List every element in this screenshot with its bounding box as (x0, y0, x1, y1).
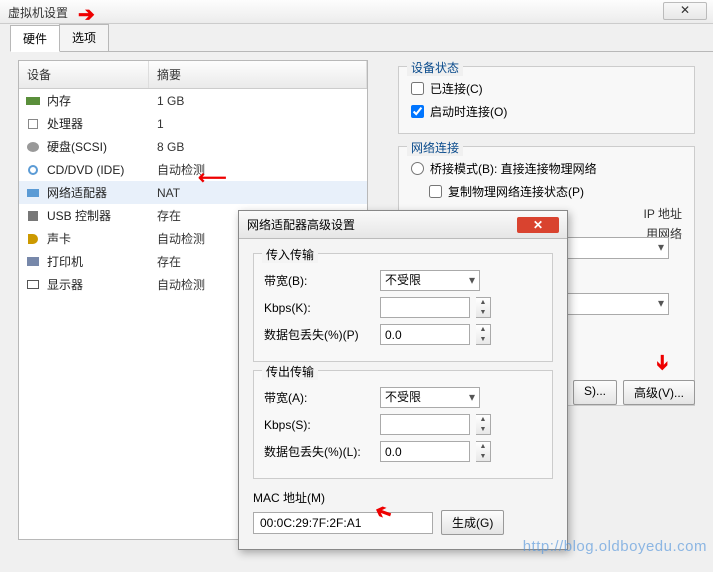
select-in-bw[interactable]: 不受限 (380, 270, 480, 291)
device-summary: NAT (157, 186, 180, 200)
lbl-out-loss: 数据包丢失(%)(L): (264, 443, 374, 460)
device-row[interactable]: 处理器1 (19, 112, 367, 135)
lbl-out-bw: 带宽(A): (264, 389, 374, 406)
device-row[interactable]: 内存1 GB (19, 89, 367, 112)
device-summary: 1 (157, 117, 164, 131)
device-name: CD/DVD (IDE) (47, 163, 157, 177)
lbl-connected: 已连接(C) (430, 80, 483, 97)
spinner[interactable]: ▲▼ (476, 414, 491, 435)
device-row[interactable]: 网络适配器NAT (19, 181, 367, 204)
mac-section: MAC 地址(M) 生成(G) (253, 489, 553, 535)
device-name: 内存 (47, 92, 157, 109)
chk-replicate[interactable] (429, 185, 442, 198)
spinner[interactable]: ▲▼ (476, 324, 491, 345)
device-name: 硬盘(SCSI) (47, 138, 157, 155)
watermark: http://blog.oldboyedu.com (523, 538, 707, 555)
lbl-in-kbps: Kbps(K): (264, 301, 374, 315)
device-name: 网络适配器 (47, 184, 157, 201)
device-name: 显示器 (47, 276, 157, 293)
tab-options[interactable]: 选项 (59, 24, 109, 51)
device-icon (25, 186, 41, 200)
input-out-kbps[interactable] (380, 414, 470, 435)
dialog-title: 网络适配器高级设置 (247, 216, 355, 233)
device-summary: 自动检测 (157, 230, 205, 247)
radio-bridge[interactable] (411, 162, 424, 175)
device-icon (25, 94, 41, 108)
lbl-in-loss: 数据包丢失(%)(P) (264, 326, 374, 343)
group-outgoing: 传出传输 带宽(A):不受限 Kbps(S):▲▼ 数据包丢失(%)(L):▲▼ (253, 370, 553, 479)
device-summary: 存在 (157, 253, 181, 270)
dialog-close-button[interactable]: ✕ (517, 217, 559, 233)
lbl-out-kbps: Kbps(S): (264, 418, 374, 432)
device-name: USB 控制器 (47, 207, 157, 224)
chk-poweron[interactable] (411, 105, 424, 118)
device-icon (25, 232, 41, 246)
spinner[interactable]: ▲▼ (476, 441, 491, 462)
input-out-loss[interactable] (380, 441, 470, 462)
group-title: 传入传输 (262, 246, 318, 263)
tabs: 硬件 选项 (10, 24, 713, 52)
group-device-status: 设备状态 已连接(C) 启动时连接(O) (398, 66, 695, 134)
device-icon (25, 278, 41, 292)
group-incoming: 传入传输 带宽(B):不受限 Kbps(K):▲▼ 数据包丢失(%)(P)▲▼ (253, 253, 553, 362)
advanced-settings-dialog: 网络适配器高级设置 ✕ 传入传输 带宽(B): 不受限 Kbps(K): ▲▼ 数据… (238, 210, 568, 550)
tab-hardware[interactable]: 硬件 (10, 25, 60, 52)
lbl-ip-tail: IP 地址 (644, 205, 682, 222)
dialog-titlebar: 网络适配器高级设置 ✕ (239, 211, 567, 239)
device-list-header: 设备 摘要 (19, 61, 367, 89)
lbl-in-bw: 带宽(B): (264, 272, 374, 289)
window-title: 虚拟机设置 (8, 6, 68, 20)
lbl-bridge: 桥接模式(B): 直接连接物理网络 (430, 160, 597, 177)
device-row[interactable]: CD/DVD (IDE)自动检测 (19, 158, 367, 181)
lbl-replicate: 复制物理网络连接状态(P) (448, 183, 584, 200)
button-segments[interactable]: S)... (573, 380, 617, 405)
input-mac[interactable] (253, 512, 433, 534)
titlebar: 虚拟机设置 ✕ (0, 0, 713, 24)
group-title: 传出传输 (262, 363, 318, 380)
device-name: 打印机 (47, 253, 157, 270)
device-icon (25, 117, 41, 131)
input-in-loss[interactable] (380, 324, 470, 345)
select-out-bw[interactable]: 不受限 (380, 387, 480, 408)
device-icon (25, 209, 41, 223)
col-device: 设备 (19, 61, 149, 88)
device-icon (25, 163, 41, 177)
window-close-button[interactable]: ✕ (663, 2, 707, 20)
button-generate-mac[interactable]: 生成(G) (441, 510, 504, 535)
chk-connected[interactable] (411, 82, 424, 95)
device-icon (25, 255, 41, 269)
button-advanced[interactable]: 高级(V)... (623, 380, 695, 405)
device-summary: 存在 (157, 207, 181, 224)
lbl-mac: MAC 地址(M) (253, 489, 553, 506)
device-row[interactable]: 硬盘(SCSI)8 GB (19, 135, 367, 158)
lbl-poweron: 启动时连接(O) (430, 103, 507, 120)
device-icon (25, 140, 41, 154)
group-title: 网络连接 (407, 139, 463, 156)
col-summary: 摘要 (149, 61, 367, 88)
device-name: 处理器 (47, 115, 157, 132)
device-summary: 8 GB (157, 140, 184, 154)
spinner[interactable]: ▲▼ (476, 297, 491, 318)
device-summary: 1 GB (157, 94, 184, 108)
input-in-kbps[interactable] (380, 297, 470, 318)
group-title: 设备状态 (407, 59, 463, 76)
device-summary: 自动检测 (157, 276, 205, 293)
device-name: 声卡 (47, 230, 157, 247)
device-summary: 自动检测 (157, 161, 205, 178)
